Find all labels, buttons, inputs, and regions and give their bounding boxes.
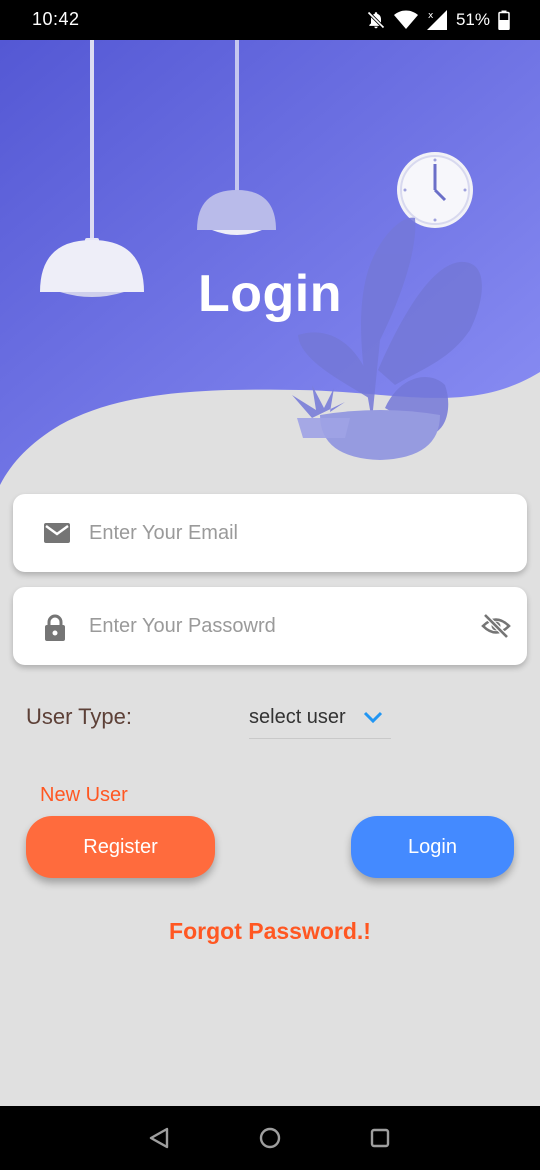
email-field[interactable]	[13, 494, 527, 572]
user-type-dropdown[interactable]: select user	[249, 702, 391, 739]
status-icons: x 51%	[366, 8, 510, 32]
mail-icon	[43, 521, 71, 550]
lock-icon	[43, 614, 67, 647]
chevron-down-icon	[363, 711, 383, 730]
status-bar: 10:42 x 51%	[0, 0, 540, 40]
new-user-label: New User	[40, 784, 128, 806]
wall-clock	[397, 152, 473, 228]
email-input[interactable]	[89, 514, 469, 552]
navigation-bar	[0, 1106, 540, 1170]
login-button[interactable]: Login	[351, 816, 514, 878]
forgot-password-link[interactable]: Forgot Password.!	[0, 918, 540, 945]
user-type-selected: select user	[249, 706, 346, 728]
notifications-off-icon	[366, 10, 386, 30]
recents-icon[interactable]	[369, 1126, 391, 1155]
page-title: Login	[197, 265, 342, 323]
small-plant	[292, 385, 350, 438]
back-icon[interactable]	[148, 1126, 170, 1155]
svg-text:x: x	[428, 11, 434, 21]
password-field[interactable]	[13, 587, 527, 665]
battery-icon	[498, 10, 510, 30]
password-input[interactable]	[89, 607, 469, 645]
home-icon[interactable]	[258, 1126, 282, 1155]
user-type-label: User Type:	[26, 704, 132, 729]
visibility-off-icon[interactable]	[481, 613, 511, 644]
register-button[interactable]: Register	[26, 816, 215, 878]
battery-percent: 51%	[455, 10, 490, 29]
hero-header: Login	[0, 40, 540, 490]
status-time: 10:42	[32, 9, 80, 29]
wifi-icon	[393, 10, 418, 30]
cell-signal-icon: x	[426, 9, 448, 31]
